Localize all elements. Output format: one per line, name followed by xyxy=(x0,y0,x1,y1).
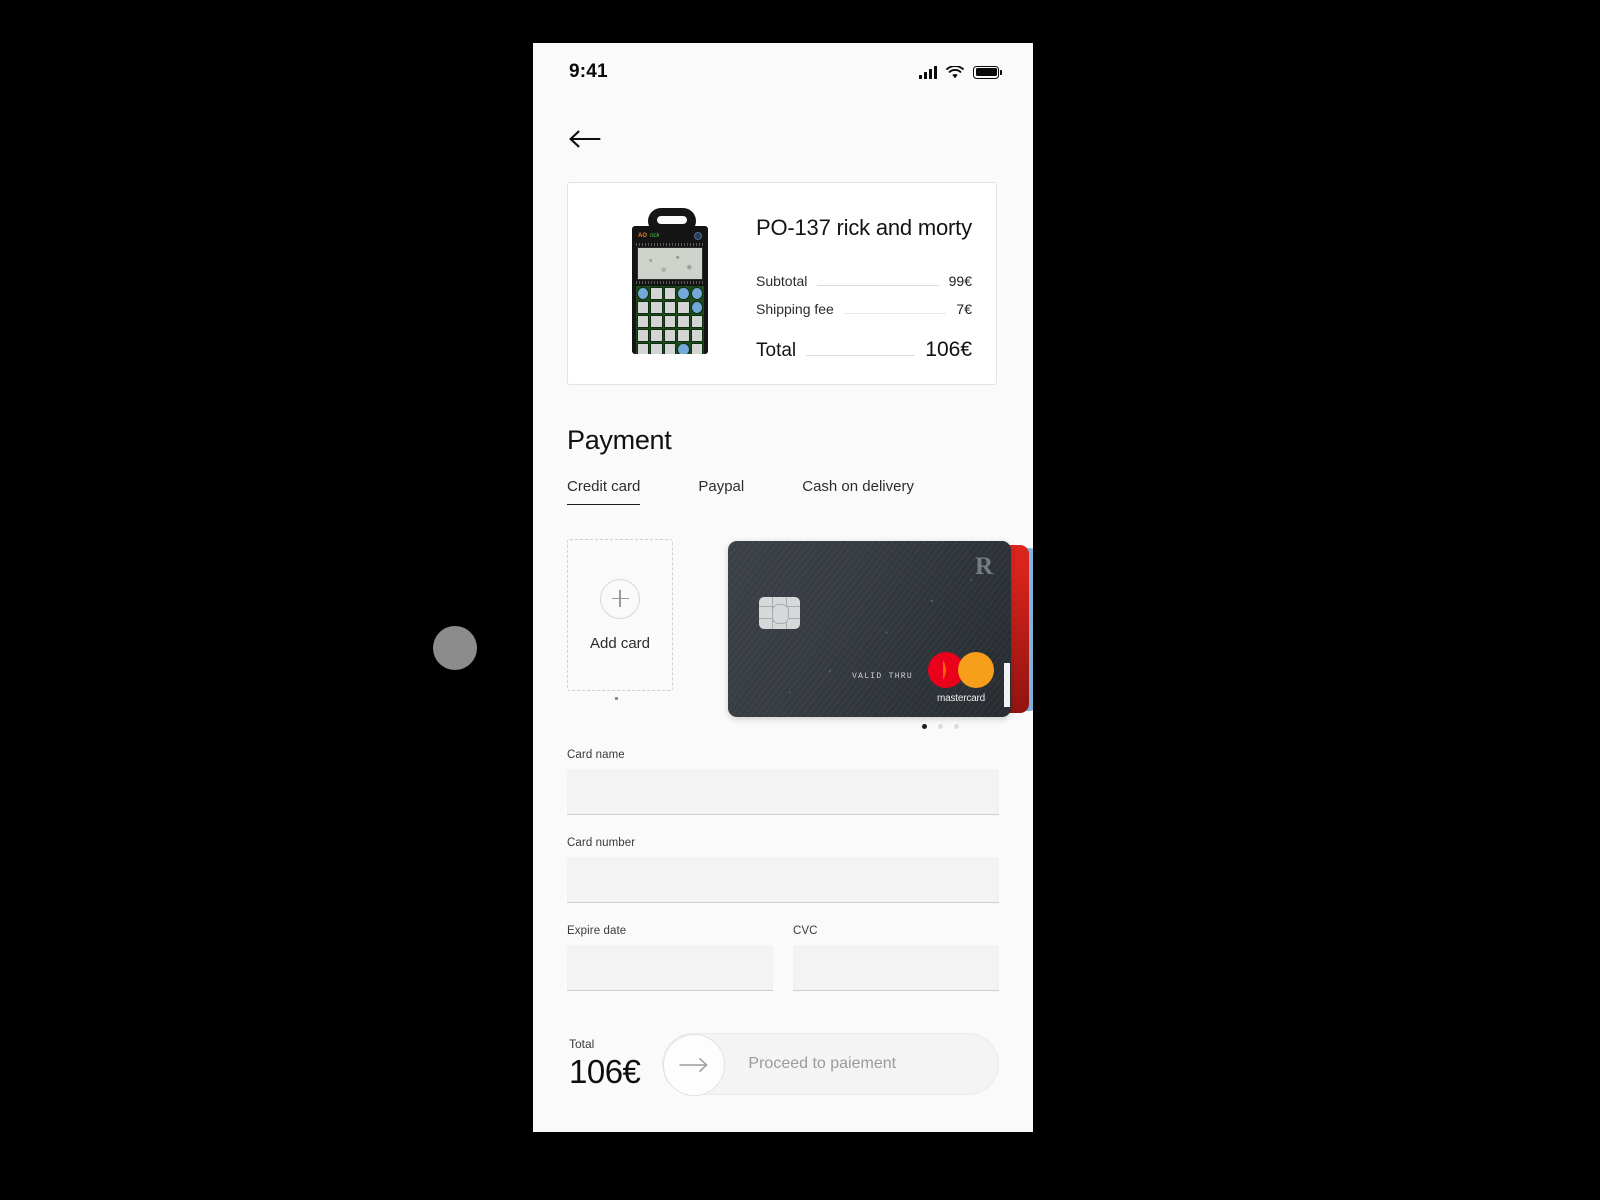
selected-credit-card[interactable]: R VALID THRU mastercard xyxy=(728,541,1011,717)
payment-method-tabs: Credit card Paypal Cash on delivery xyxy=(567,478,1033,505)
mastercard-circles xyxy=(928,652,994,688)
shipping-fee-label: Shipping fee xyxy=(756,301,834,317)
status-bar: 9:41 xyxy=(533,43,1033,101)
arrow-left-icon xyxy=(569,130,601,148)
tab-paypal[interactable]: Paypal xyxy=(698,478,744,505)
add-card-button[interactable]: Add card xyxy=(567,539,673,691)
card-name-label: Card name xyxy=(567,749,625,761)
cvc-input[interactable] xyxy=(793,945,999,991)
proceed-label: Proceed to paiement xyxy=(748,1055,897,1072)
mastercard-logo: mastercard xyxy=(928,652,994,704)
footer-total-value: 106€ xyxy=(569,1053,641,1090)
order-summary-card: AO rick PO-137 rick and morty Subtotal 9… xyxy=(567,182,997,385)
emv-chip-icon xyxy=(759,597,800,629)
mouse-cursor xyxy=(433,626,477,670)
device-logo-mark: rick xyxy=(650,233,660,239)
pocket-operator-device-image: AO rick xyxy=(632,207,708,354)
device-brand-mark: AO xyxy=(638,233,647,239)
payment-heading: Payment xyxy=(567,425,672,455)
card-carousel: Add card R VALID THRU mastercard xyxy=(567,539,1033,717)
cvc-label: CVC xyxy=(793,925,818,937)
add-card-label: Add card xyxy=(589,634,651,652)
product-title: PO-137 rick and morty xyxy=(756,215,972,240)
status-icons xyxy=(919,65,1002,79)
leader-line xyxy=(806,355,916,356)
nav-bar xyxy=(533,101,1033,153)
phone-screen: 9:41 AO rick PO-137 rick and morty Subto… xyxy=(533,43,1033,1132)
device-top-row: AO rick xyxy=(636,230,704,243)
footer-total: Total 106€ xyxy=(569,1037,662,1091)
product-thumbnail: AO rick xyxy=(590,199,750,362)
field-card-number: Card number xyxy=(567,837,999,903)
device-body: AO rick xyxy=(632,225,708,354)
leader-line xyxy=(843,313,947,314)
card-name-input[interactable] xyxy=(567,769,999,815)
field-cvc: CVC xyxy=(793,925,999,991)
checkout-footer: Total 106€ Proceed to paiement xyxy=(569,1033,999,1096)
valid-thru-label: VALID THRU xyxy=(852,672,914,681)
shipping-fee-value: 7€ xyxy=(956,301,972,317)
card-number-label: Card number xyxy=(567,837,636,849)
price-row-total: Total 106€ xyxy=(756,338,972,362)
revolut-r-logo: R xyxy=(974,553,993,580)
mastercard-wordmark: mastercard xyxy=(936,693,985,704)
expire-date-label: Expire date xyxy=(567,925,627,937)
order-details: PO-137 rick and morty Subtotal 99€ Shipp… xyxy=(750,199,972,362)
total-label: Total xyxy=(756,340,797,361)
signal-bars-icon xyxy=(919,65,937,79)
footer-total-label: Total xyxy=(569,1037,595,1051)
mastercard-overlap xyxy=(943,652,964,688)
battery-full-icon xyxy=(973,65,1002,79)
status-time: 9:41 xyxy=(569,61,608,82)
price-row-shipping: Shipping fee 7€ xyxy=(756,301,972,318)
credit-card-form: Card name Card number Expire date CVC xyxy=(567,749,999,991)
device-knob xyxy=(694,232,702,240)
add-card-marker xyxy=(615,697,618,700)
credit-card-stack: R VALID THRU mastercard xyxy=(728,541,1033,717)
device-header-dots xyxy=(636,242,704,246)
back-button[interactable] xyxy=(569,125,603,153)
proceed-arrow-circle xyxy=(663,1034,726,1096)
price-row-subtotal: Subtotal 99€ xyxy=(756,273,972,290)
device-footer-dots xyxy=(636,280,704,284)
card-edge-highlight xyxy=(1004,663,1010,707)
field-card-name: Card name xyxy=(567,749,999,815)
subtotal-value: 99€ xyxy=(948,273,972,289)
field-row-expiry-cvc: Expire date CVC xyxy=(567,925,999,991)
device-lcd-screen xyxy=(637,246,703,280)
subtotal-label: Subtotal xyxy=(756,273,808,289)
expire-date-input[interactable] xyxy=(567,945,773,991)
tab-cash-on-delivery[interactable]: Cash on delivery xyxy=(802,478,914,505)
pagination-dot-2[interactable] xyxy=(937,724,943,729)
pagination-dot-1[interactable] xyxy=(921,724,927,729)
wifi-icon xyxy=(946,65,964,78)
pagination-dot-3[interactable] xyxy=(953,724,959,729)
carousel-pagination xyxy=(785,724,1033,729)
plus-circle-icon xyxy=(600,578,640,619)
leader-line xyxy=(817,285,939,286)
arrow-right-icon xyxy=(679,1058,708,1072)
total-value: 106€ xyxy=(925,338,972,361)
tab-credit-card[interactable]: Credit card xyxy=(567,478,641,505)
proceed-to-payment-button[interactable]: Proceed to paiement xyxy=(662,1033,999,1096)
field-expire-date: Expire date xyxy=(567,925,773,991)
device-button-grid xyxy=(636,285,704,354)
screenshot-stage: 9:41 AO rick PO-137 rick and morty Subto… xyxy=(0,0,1600,1200)
card-number-input[interactable] xyxy=(567,857,999,903)
